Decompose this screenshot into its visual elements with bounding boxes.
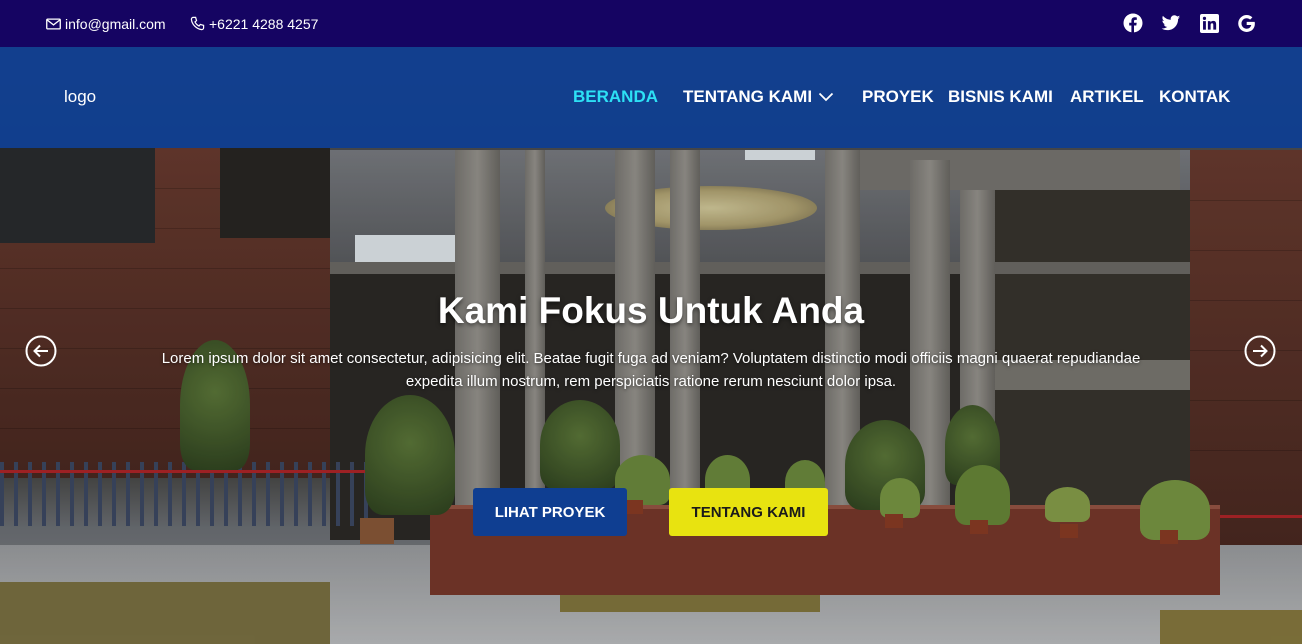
email-text: info@gmail.com [65,15,166,32]
phone-text: +6221 4288 4257 [209,15,319,32]
twitter-icon [1161,14,1181,30]
main-navbar: logo BERANDA TENTANG KAMI PROYEK BISNIS … [0,47,1302,148]
envelope-icon [46,17,61,30]
hero-title: Kami Fokus Untuk Anda [437,290,865,331]
view-projects-button[interactable]: LIHAT PROYEK [473,488,627,536]
site-logo[interactable]: logo [64,87,96,107]
carousel-prev-button[interactable] [25,335,57,367]
chevron-down-icon [818,92,834,102]
google-icon [1237,14,1255,32]
phone-icon [190,16,205,31]
nav-item-proyek[interactable]: PROYEK [862,87,934,107]
nav-item-label: TENTANG KAMI [683,87,813,106]
linkedin-link[interactable] [1198,12,1220,34]
arrow-left-circle-icon [25,335,57,367]
nav-item-kontak[interactable]: KONTAK [1159,87,1230,107]
carousel-next-button[interactable] [1244,335,1276,367]
email-contact[interactable]: info@gmail.com [46,0,166,47]
twitter-link[interactable] [1160,12,1182,34]
linkedin-icon [1199,13,1219,33]
top-contact-bar: info@gmail.com +6221 4288 4257 [0,0,1302,47]
phone-contact[interactable]: +6221 4288 4257 [190,0,318,47]
nav-item-tentang-kami[interactable]: TENTANG KAMI [683,87,834,107]
arrow-right-circle-icon [1244,335,1276,367]
nav-item-artikel[interactable]: ARTIKEL [1070,87,1144,107]
about-us-button[interactable]: TENTANG KAMI [669,488,828,536]
nav-item-beranda[interactable]: BERANDA [573,87,658,107]
google-link[interactable] [1235,12,1257,34]
hero-description: Lorem ipsum dolor sit amet consectetur, … [161,350,1141,390]
facebook-link[interactable] [1122,12,1144,34]
nav-item-bisnis-kami[interactable]: BISNIS KAMI [948,87,1053,107]
facebook-icon [1123,13,1143,33]
